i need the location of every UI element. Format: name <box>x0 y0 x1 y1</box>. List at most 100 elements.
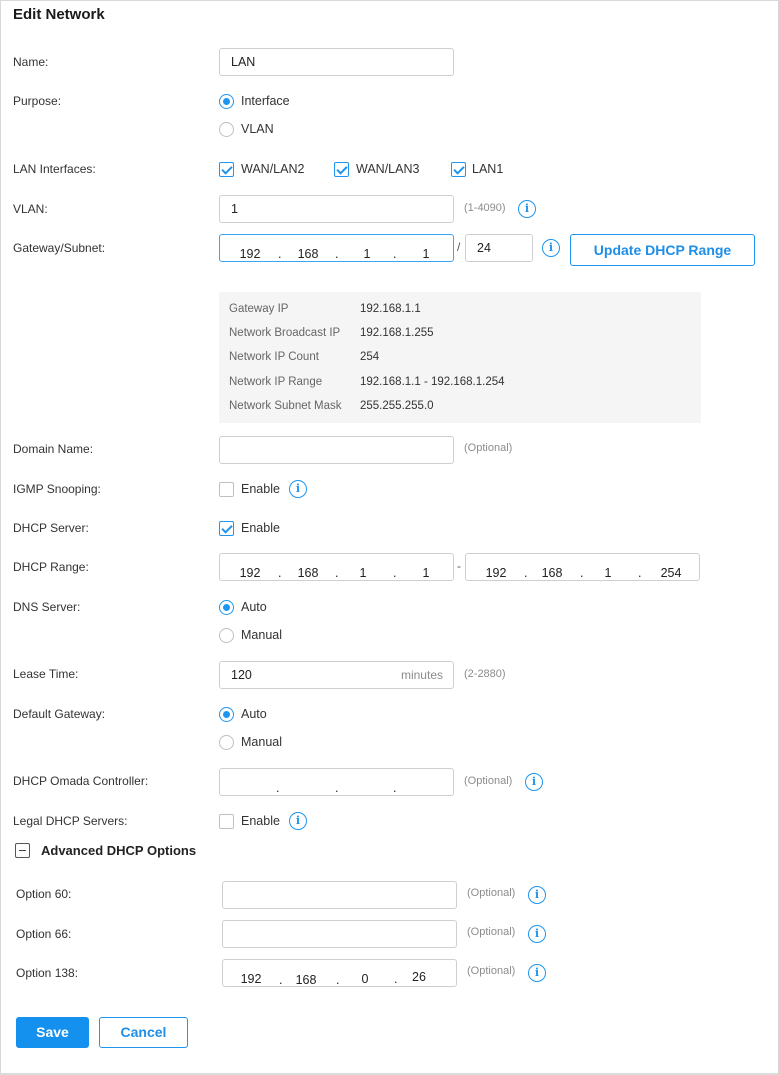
option60-info-icon[interactable]: i <box>528 886 546 904</box>
ip-dot: . <box>638 566 642 580</box>
purpose-interface-label[interactable]: Interface <box>241 94 290 108</box>
igmp-snooping-checkbox[interactable] <box>219 482 234 497</box>
purpose-vlan-label[interactable]: VLAN <box>241 122 274 136</box>
gateway-ip-octet-2[interactable]: 168 <box>288 241 328 267</box>
option66-hint: (Optional) <box>467 926 516 938</box>
legal-dhcp-servers-info-icon[interactable]: i <box>289 812 307 830</box>
option66-label: Option 66: <box>16 927 72 941</box>
default-gateway-manual-radio[interactable] <box>219 735 234 750</box>
igmp-snooping-label: IGMP Snooping: <box>13 482 101 496</box>
domain-name-hint: (Optional) <box>464 442 513 454</box>
dhcp-end-octet-3[interactable]: 1 <box>588 560 628 586</box>
ip-dot: . <box>393 247 397 261</box>
dns-auto-radio[interactable] <box>219 600 234 615</box>
dns-server-label: DNS Server: <box>13 600 81 614</box>
dhcp-range-start-input[interactable]: 192 . 168 . 1 . 1 <box>219 553 454 581</box>
lan1-checkbox[interactable] <box>451 162 466 177</box>
wan-lan3-checkbox[interactable] <box>334 162 349 177</box>
summary-key: Network IP Range <box>229 376 323 388</box>
purpose-label: Purpose: <box>13 94 62 108</box>
dhcp-start-octet-3[interactable]: 1 <box>343 560 383 586</box>
collapse-advanced-icon[interactable] <box>15 843 30 858</box>
option138-info-icon[interactable]: i <box>528 964 546 982</box>
vlan-info-icon[interactable]: i <box>518 200 536 218</box>
lease-time-value[interactable]: 120 <box>231 668 252 682</box>
ip-dot: . <box>524 566 528 580</box>
gateway-subnet-label: Gateway/Subnet: <box>13 241 106 255</box>
legal-dhcp-servers-enable-label[interactable]: Enable <box>241 814 280 828</box>
ip-dot: . <box>335 247 339 261</box>
domain-name-label: Domain Name: <box>13 442 94 456</box>
ip-dot: . <box>335 781 339 795</box>
purpose-interface-radio[interactable] <box>219 94 234 109</box>
gateway-ip-octet-3[interactable]: 1 <box>347 241 387 267</box>
update-dhcp-range-button[interactable]: Update DHCP Range <box>570 234 755 266</box>
option138-octet-3[interactable]: 0 <box>345 966 385 992</box>
wan-lan3-label[interactable]: WAN/LAN3 <box>356 162 419 176</box>
dhcp-server-enable-label[interactable]: Enable <box>241 521 280 535</box>
option138-octet-1[interactable]: 192 <box>231 966 271 992</box>
summary-key: Network Subnet Mask <box>229 400 342 412</box>
ip-dot: . <box>393 566 397 580</box>
vlan-label: VLAN: <box>13 202 48 216</box>
option66-input[interactable] <box>222 920 457 948</box>
save-button[interactable]: Save <box>16 1017 89 1048</box>
name-input[interactable]: LAN <box>219 48 454 76</box>
dhcp-omada-controller-info-icon[interactable]: i <box>525 773 543 791</box>
ip-dot: . <box>276 781 280 795</box>
option60-input[interactable] <box>222 881 457 909</box>
network-summary: Gateway IP 192.168.1.1 Network Broadcast… <box>219 292 701 423</box>
dns-manual-radio[interactable] <box>219 628 234 643</box>
dhcp-omada-controller-input[interactable]: . . . <box>219 768 454 796</box>
gateway-info-icon[interactable]: i <box>542 239 560 257</box>
gateway-ip-input[interactable]: 192 . 168 . 1 . 1 <box>219 234 454 262</box>
summary-value: 192.168.1.1 - 192.168.1.254 <box>360 376 505 388</box>
cancel-button[interactable]: Cancel <box>99 1017 188 1048</box>
advanced-dhcp-options-title[interactable]: Advanced DHCP Options <box>41 843 196 858</box>
vlan-range-hint: (1-4090) <box>464 202 506 214</box>
igmp-snooping-enable-label[interactable]: Enable <box>241 482 280 496</box>
option66-info-icon[interactable]: i <box>528 925 546 943</box>
dhcp-end-octet-1[interactable]: 192 <box>476 560 516 586</box>
dns-manual-label[interactable]: Manual <box>241 628 282 642</box>
lease-time-input[interactable]: 120 minutes <box>219 661 454 689</box>
wan-lan2-label[interactable]: WAN/LAN2 <box>241 162 304 176</box>
vlan-input[interactable]: 1 <box>219 195 454 223</box>
ip-dot: . <box>393 781 397 795</box>
lan1-label[interactable]: LAN1 <box>472 162 503 176</box>
option138-input[interactable]: 192 . 168 . 0 . 26 <box>222 959 457 987</box>
gateway-ip-octet-1[interactable]: 192 <box>230 241 270 267</box>
summary-value: 254 <box>360 351 380 363</box>
dhcp-range-separator: - <box>457 559 461 573</box>
dhcp-end-octet-2[interactable]: 168 <box>532 560 572 586</box>
dhcp-start-octet-2[interactable]: 168 <box>288 560 328 586</box>
wan-lan2-checkbox[interactable] <box>219 162 234 177</box>
option138-label: Option 138: <box>16 966 79 980</box>
summary-value: 192.168.1.1 <box>360 303 421 315</box>
ip-dot: . <box>335 566 339 580</box>
ip-dot: . <box>394 972 398 986</box>
gateway-ip-octet-4[interactable]: 1 <box>406 241 446 267</box>
option138-octet-2[interactable]: 168 <box>286 967 326 993</box>
dhcp-start-octet-1[interactable]: 192 <box>230 560 270 586</box>
dhcp-server-checkbox[interactable] <box>219 521 234 536</box>
default-gateway-auto-label[interactable]: Auto <box>241 707 267 721</box>
dhcp-end-octet-4[interactable]: 254 <box>651 560 691 586</box>
dhcp-start-octet-4[interactable]: 1 <box>406 560 446 586</box>
option60-label: Option 60: <box>16 887 72 901</box>
ip-dot: . <box>278 247 282 261</box>
default-gateway-manual-label[interactable]: Manual <box>241 735 282 749</box>
subnet-prefix-input[interactable]: 24 <box>465 234 533 262</box>
domain-name-input[interactable] <box>219 436 454 464</box>
dhcp-range-label: DHCP Range: <box>13 560 89 574</box>
lan-interfaces-label: LAN Interfaces: <box>13 162 96 176</box>
legal-dhcp-servers-checkbox[interactable] <box>219 814 234 829</box>
default-gateway-label: Default Gateway: <box>13 707 106 721</box>
name-label: Name: <box>13 55 49 69</box>
purpose-vlan-radio[interactable] <box>219 122 234 137</box>
dhcp-range-end-input[interactable]: 192 . 168 . 1 . 254 <box>465 553 700 581</box>
dns-auto-label[interactable]: Auto <box>241 600 267 614</box>
igmp-info-icon[interactable]: i <box>289 480 307 498</box>
default-gateway-auto-radio[interactable] <box>219 707 234 722</box>
option138-octet-4[interactable]: 26 <box>399 964 439 990</box>
